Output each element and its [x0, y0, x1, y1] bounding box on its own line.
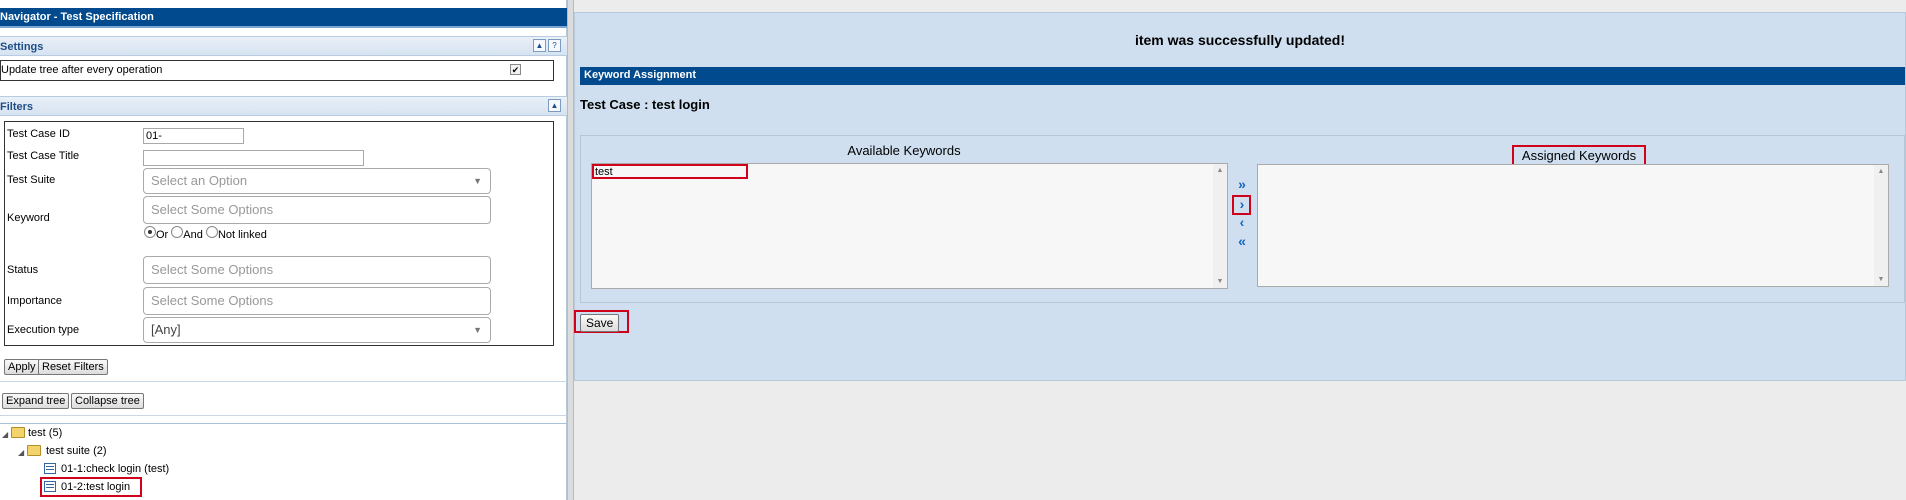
- settings-collapse-icon[interactable]: ▲: [533, 39, 546, 52]
- keyword-not-linked-label: Not linked: [217, 229, 267, 241]
- keyword-assignment-panel: item was successfully updated! Keyword A…: [574, 12, 1906, 381]
- keyword-and-radio[interactable]: [171, 226, 184, 238]
- folder-icon: [27, 445, 41, 456]
- tree-node-suite[interactable]: test suite (2): [46, 445, 107, 457]
- execution-type-select[interactable]: [Any] ▼: [143, 317, 491, 343]
- apply-button[interactable]: Apply: [4, 359, 40, 375]
- keyword-placeholder: Select Some Options: [151, 202, 274, 217]
- keyword-and-label: And: [183, 229, 203, 241]
- test-case-title-label: Test Case Title: [7, 150, 80, 162]
- help-icon[interactable]: ?: [548, 39, 561, 52]
- scrollbar[interactable]: ▲ ▼: [1213, 164, 1227, 288]
- test-case-title-input[interactable]: [143, 150, 364, 166]
- tree-node-project[interactable]: test (5): [28, 427, 62, 439]
- available-keywords-list[interactable]: test ▲ ▼: [591, 163, 1228, 289]
- divider: [0, 415, 567, 416]
- keyword-option[interactable]: test: [594, 166, 746, 178]
- keyword-not-linked-radio[interactable]: [205, 226, 218, 238]
- navigator-panel: Navigator - Test Specification Settings …: [0, 0, 567, 500]
- importance-label: Importance: [7, 295, 63, 307]
- chevron-down-icon: ▼: [473, 176, 482, 186]
- add-keyword-button[interactable]: ›: [1232, 195, 1251, 215]
- test-suite-placeholder: Select an Option: [151, 173, 248, 188]
- test-case-heading: Test Case : test login: [580, 97, 710, 112]
- test-case-icon: [44, 463, 56, 474]
- tree-expanded-icon[interactable]: ◢: [18, 448, 24, 457]
- tree-node-test-case[interactable]: 01-1:check login (test): [61, 463, 169, 475]
- importance-placeholder: Select Some Options: [151, 293, 274, 308]
- keyword-label: Keyword: [7, 212, 50, 224]
- status-label: Status: [7, 264, 39, 276]
- filters-collapse-icon[interactable]: ▲: [548, 99, 561, 112]
- pane-splitter[interactable]: [567, 0, 574, 500]
- scroll-down-icon[interactable]: ▼: [1213, 278, 1227, 285]
- collapse-tree-button[interactable]: Collapse tree: [71, 393, 144, 409]
- filters-header-label: Filters: [0, 101, 34, 113]
- test-case-icon: [44, 481, 56, 492]
- filters-header[interactable]: Filters: [0, 96, 567, 116]
- keyword-or-label: Or: [156, 229, 169, 241]
- folder-icon: [11, 427, 25, 438]
- assigned-keywords-header-box: Assigned Keywords: [1512, 145, 1646, 166]
- chevron-down-icon: ▼: [473, 325, 482, 335]
- update-tree-checkbox[interactable]: ✔: [510, 64, 521, 75]
- test-suite-label: Test Suite: [7, 174, 56, 186]
- status-multiselect[interactable]: Select Some Options: [143, 256, 491, 284]
- expand-tree-button[interactable]: Expand tree: [2, 393, 70, 409]
- keyword-option-row[interactable]: test: [592, 164, 748, 179]
- keyword-logic-group: Or And Not linked: [144, 226, 267, 241]
- assigned-keywords-list[interactable]: ▲ ▼: [1257, 164, 1889, 287]
- test-case-id-label: Test Case ID: [7, 128, 70, 140]
- reset-filters-button[interactable]: Reset Filters: [38, 359, 108, 375]
- add-all-keywords-icon[interactable]: »: [1234, 177, 1250, 192]
- tree-node-test-case[interactable]: 01-2:test login: [61, 481, 130, 493]
- settings-box: Update tree after every operation ✔: [0, 60, 554, 81]
- save-button[interactable]: Save: [580, 314, 620, 332]
- navigator-title: Navigator - Test Specification: [0, 8, 567, 28]
- panel-title: Keyword Assignment: [580, 67, 1905, 85]
- divider: [0, 381, 567, 382]
- keyword-multiselect[interactable]: Select Some Options: [143, 196, 491, 224]
- importance-multiselect[interactable]: Select Some Options: [143, 287, 491, 315]
- test-case-id-input[interactable]: 01-: [143, 128, 244, 144]
- remove-all-keywords-icon[interactable]: «: [1234, 234, 1250, 249]
- status-placeholder: Select Some Options: [151, 262, 274, 277]
- scroll-down-icon[interactable]: ▼: [1874, 276, 1888, 283]
- assigned-keywords-header: Assigned Keywords: [1521, 148, 1637, 163]
- update-tree-label: Update tree after every operation: [1, 64, 163, 76]
- settings-header[interactable]: Settings: [0, 36, 567, 56]
- keyword-or-radio[interactable]: [144, 226, 156, 238]
- test-suite-select[interactable]: Select an Option ▼: [143, 168, 491, 194]
- execution-type-label: Execution type: [7, 324, 80, 336]
- remove-keyword-icon[interactable]: ‹: [1234, 215, 1250, 230]
- add-keyword-icon[interactable]: ›: [1234, 197, 1250, 212]
- scrollbar[interactable]: ▲ ▼: [1874, 165, 1888, 286]
- available-keywords-header: Available Keywords: [847, 143, 961, 158]
- success-message: item was successfully updated!: [1134, 32, 1346, 48]
- execution-type-value: [Any]: [151, 322, 181, 337]
- scroll-up-icon[interactable]: ▲: [1213, 167, 1227, 174]
- tree-expanded-icon[interactable]: ◢: [2, 430, 8, 439]
- scroll-up-icon[interactable]: ▲: [1874, 168, 1888, 175]
- settings-header-label: Settings: [0, 41, 44, 53]
